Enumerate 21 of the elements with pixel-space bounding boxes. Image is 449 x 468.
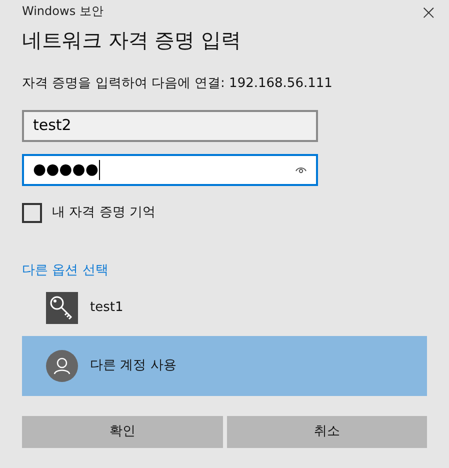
cancel-button[interactable]: 취소 xyxy=(226,416,427,448)
checkbox[interactable] xyxy=(22,202,42,222)
ok-button[interactable]: 확인 xyxy=(22,416,222,448)
remember-label: 내 자격 증명 기억 xyxy=(52,204,156,222)
text-cursor xyxy=(99,160,100,180)
username-field-value: test2 xyxy=(33,115,72,136)
close-button[interactable]: × xyxy=(420,2,437,22)
password-field-value: ●●●●● xyxy=(33,159,98,180)
username-field[interactable]: test2 xyxy=(22,110,318,142)
account-label: test1 xyxy=(90,299,124,318)
eye-icon[interactable] xyxy=(295,166,307,174)
dialog-heading: 네트워크 자격 증명 입력 xyxy=(22,27,242,54)
account-option[interactable]: test1 xyxy=(22,292,427,324)
connect-prompt: 자격 증명을 입력하여 다음에 연결: 192.168.56.111 xyxy=(22,75,334,93)
key-icon xyxy=(46,292,78,324)
password-field[interactable]: ●●●●● xyxy=(22,154,318,186)
account-label: 다른 계정 사용 xyxy=(90,357,176,376)
account-option[interactable]: 다른 계정 사용 xyxy=(22,336,427,396)
window-title: Windows 보안 xyxy=(22,3,104,20)
more-choices-heading: 다른 옵션 선택 xyxy=(22,262,110,280)
person-icon xyxy=(46,350,78,382)
